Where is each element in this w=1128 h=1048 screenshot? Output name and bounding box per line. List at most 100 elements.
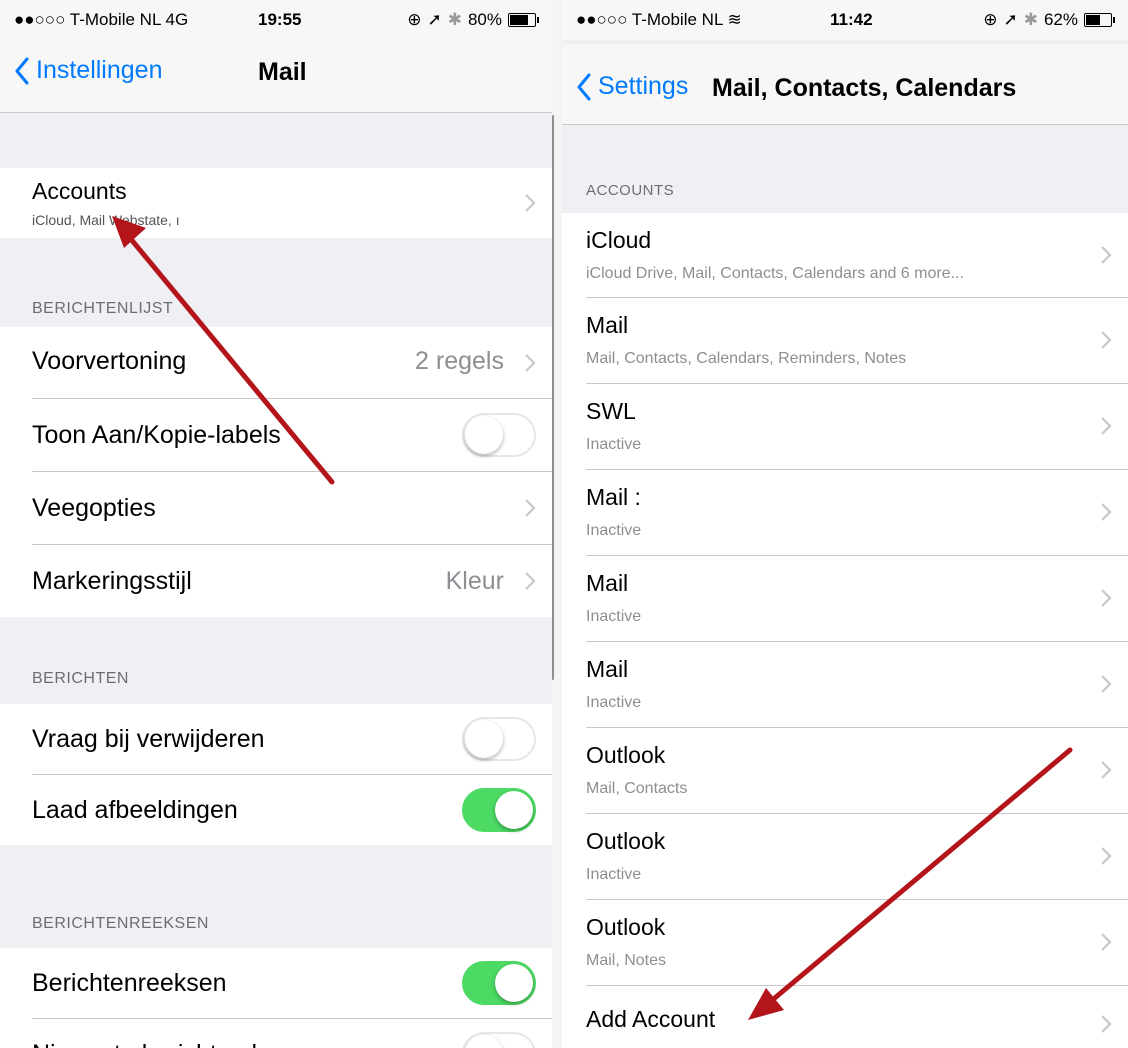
accounts-row[interactable]: Accounts iCloud, Mail Webstate, ı <box>32 168 552 238</box>
toggle-knob <box>465 720 503 758</box>
navigation-bar: Settings Mail, Contacts, Calendars <box>562 44 1128 125</box>
row-label: Veegopties <box>32 494 156 522</box>
battery-fill <box>510 15 528 25</box>
row-label: Voorvertoning <box>32 347 187 375</box>
nieuwste-bovenaan-row: Nieuwste berichten bovenaan <box>32 1019 552 1048</box>
right-screenshot: ●●○○○ T-Mobile NL ≋ 11:42 ⊕ ➚ ✱ 62% Sett… <box>562 0 1128 1048</box>
berichtenreeksen-group: Berichtenreeksen Nieuwste berichten bove… <box>0 948 552 1048</box>
section-header-accounts: ACCOUNTS <box>586 182 675 199</box>
account-row[interactable]: Mail : Inactive <box>586 470 1128 556</box>
section-header-berichtenreeksen: BERICHTENREEKSEN <box>32 915 209 932</box>
toon-aan-kopie-row: Toon Aan/Kopie-labels <box>32 399 552 472</box>
section-header-berichten: BERICHTEN <box>32 670 129 687</box>
page-title: Mail, Contacts, Calendars <box>712 74 1017 102</box>
back-label: Instellingen <box>36 56 163 84</box>
lock-rotation-icon: ⊕ <box>983 10 998 29</box>
bluetooth-icon: ✱ <box>447 10 462 29</box>
account-name: Mail : <box>586 484 641 510</box>
chevron-right-icon <box>1101 246 1112 264</box>
battery-icon <box>1084 13 1115 27</box>
clock: 11:42 <box>830 10 873 29</box>
account-detail: Inactive <box>586 608 642 625</box>
account-detail: Mail, Contacts, Calendars, Reminders, No… <box>586 350 907 367</box>
back-button[interactable]: Instellingen <box>14 56 162 85</box>
battery-percent: 80% <box>467 10 502 29</box>
row-label: Berichtenreeksen <box>32 969 227 997</box>
chevron-right-icon <box>1101 331 1112 349</box>
account-detail: Inactive <box>586 866 642 883</box>
vraag-bij-verwijderen-toggle[interactable] <box>462 717 536 761</box>
left-screenshot: ●●○○○ T-Mobile NL 4G 19:55 ⊕ ➚ ✱ 80% Ins… <box>0 0 552 1048</box>
add-account-row[interactable]: Add Account <box>586 986 1128 1048</box>
account-row[interactable]: Outlook Mail, Notes <box>586 900 1128 986</box>
account-detail: Inactive <box>586 436 642 453</box>
row-value: Kleur <box>445 567 504 595</box>
account-name: iCloud <box>586 227 652 253</box>
status-bar: ●●○○○ T-Mobile NL ≋ 11:42 ⊕ ➚ ✱ 62% <box>562 0 1128 40</box>
chevron-right-icon <box>1101 933 1112 951</box>
berichten-group: Vraag bij verwijderen Laad afbeeldingen <box>0 704 552 845</box>
row-label: Vraag bij verwijderen <box>32 725 265 753</box>
row-label: Laad afbeeldingen <box>32 796 238 824</box>
panel-divider <box>552 0 562 1048</box>
account-name: Mail <box>586 570 629 596</box>
toggle-knob <box>495 791 533 829</box>
account-row[interactable]: Mail Inactive <box>586 642 1128 728</box>
markeringsstijl-row[interactable]: Markeringsstijl Kleur <box>32 545 552 617</box>
accounts-sub: iCloud, Mail Webstate, ı <box>32 212 180 228</box>
status-icons: ⊕ ➚ ✱ 62% <box>983 10 1115 30</box>
account-detail: Mail, Notes <box>586 952 667 969</box>
battery-fill <box>1086 15 1100 25</box>
account-name: SWL <box>586 398 636 424</box>
account-name: Outlook <box>586 914 666 940</box>
chevron-right-icon <box>525 572 536 590</box>
voorvertoning-row[interactable]: Voorvertoning 2 regels <box>32 327 552 399</box>
account-name: Mail <box>586 656 629 682</box>
row-label: Markeringsstijl <box>32 567 192 595</box>
account-row[interactable]: Mail Inactive <box>586 556 1128 642</box>
account-row[interactable]: SWL Inactive <box>586 384 1128 470</box>
back-button[interactable]: Settings <box>576 72 688 101</box>
lock-rotation-icon: ⊕ <box>407 10 422 29</box>
chevron-right-icon <box>1101 761 1112 779</box>
accounts-group: Accounts iCloud, Mail Webstate, ı <box>0 168 552 238</box>
back-label: Settings <box>598 72 689 100</box>
laad-afbeeldingen-toggle[interactable] <box>462 788 536 832</box>
account-row[interactable]: Mail Mail, Contacts, Calendars, Reminder… <box>586 298 1128 384</box>
bluetooth-icon: ✱ <box>1023 10 1038 29</box>
accounts-label: Accounts <box>32 178 127 204</box>
account-row[interactable]: Outlook Mail, Contacts <box>586 728 1128 814</box>
account-detail: Inactive <box>586 694 642 711</box>
veegopties-row[interactable]: Veegopties <box>32 472 552 545</box>
status-icons: ⊕ ➚ ✱ 80% <box>407 10 539 30</box>
navigation-bar: Instellingen Mail <box>0 40 552 113</box>
chevron-right-icon <box>1101 503 1112 521</box>
nieuwste-bovenaan-toggle[interactable] <box>462 1032 536 1048</box>
battery-percent: 62% <box>1043 10 1078 29</box>
laad-afbeeldingen-row: Laad afbeeldingen <box>32 775 552 845</box>
toggle-knob <box>465 1035 503 1048</box>
berichtenreeksen-row: Berichtenreeksen <box>32 948 552 1019</box>
row-label: Nieuwste berichten bovenaan <box>32 1040 361 1048</box>
accounts-list: iCloud iCloud Drive, Mail, Contacts, Cal… <box>562 213 1128 1048</box>
account-name: Mail <box>586 312 629 338</box>
row-value: 2 regels <box>415 347 504 375</box>
vraag-bij-verwijderen-row: Vraag bij verwijderen <box>32 704 552 775</box>
berichtenreeksen-toggle[interactable] <box>462 961 536 1005</box>
location-icon: ➚ <box>427 10 442 29</box>
chevron-right-icon <box>525 499 536 517</box>
chevron-right-icon <box>1101 1015 1112 1033</box>
account-detail: Inactive <box>586 522 642 539</box>
page-title: Mail <box>258 58 307 86</box>
carrier-text: ●●○○○ T-Mobile NL <box>576 10 723 29</box>
status-bar: ●●○○○ T-Mobile NL 4G 19:55 ⊕ ➚ ✱ 80% <box>0 0 552 40</box>
berichtenlijst-group: Voorvertoning 2 regels Toon Aan/Kopie-la… <box>0 327 552 617</box>
carrier-label: ●●○○○ T-Mobile NL 4G <box>14 10 189 29</box>
account-row[interactable]: Outlook Inactive <box>586 814 1128 900</box>
toon-aan-kopie-toggle[interactable] <box>462 413 536 457</box>
toggle-knob <box>495 964 533 1002</box>
chevron-right-icon <box>1101 417 1112 435</box>
add-account-label: Add Account <box>586 1006 716 1032</box>
battery-icon <box>508 13 539 27</box>
account-row[interactable]: iCloud iCloud Drive, Mail, Contacts, Cal… <box>586 213 1128 298</box>
